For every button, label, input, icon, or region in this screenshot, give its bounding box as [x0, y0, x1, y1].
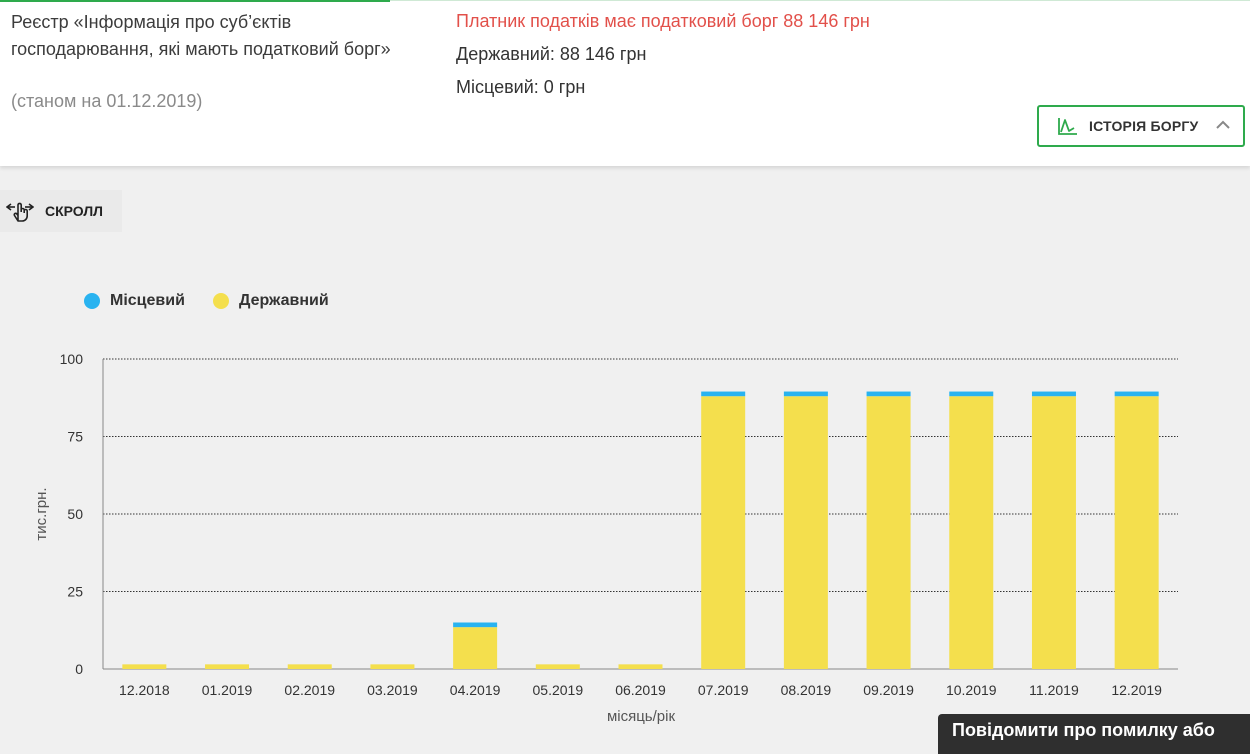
bar-state — [949, 396, 994, 669]
legend-state-label: Державний — [239, 292, 329, 309]
x-tick-label: 11.2019 — [1029, 682, 1079, 698]
debt-history-chart: 0 25 50 75 100 12.2018 01.2019 02.2019 03.2019 04… — [33, 351, 1178, 725]
bar-local — [783, 391, 828, 397]
x-tick-label: 08.2019 — [781, 682, 832, 698]
debt-status: Платник податків має податковий борг 88 … — [456, 11, 870, 31]
x-tick-label: 12.2018 — [119, 682, 170, 698]
legend-local-label: Місцевий — [110, 292, 185, 309]
bar-state — [618, 664, 663, 669]
x-tick-label: 05.2019 — [533, 682, 584, 698]
report-error-button[interactable]: Повідомити про помилку або — [938, 714, 1250, 754]
bar-state — [287, 664, 332, 669]
legend-local-dot — [84, 293, 100, 309]
bar-state — [1114, 396, 1159, 669]
bar-state — [370, 664, 415, 669]
debt-history-label: ІСТОРІЯ БОРГУ — [1089, 118, 1199, 134]
debt-history-button[interactable]: ІСТОРІЯ БОРГУ — [1037, 105, 1245, 147]
divider — [390, 0, 1250, 1]
x-tick-label: 07.2019 — [698, 682, 749, 698]
x-tick-label: 02.2019 — [284, 682, 335, 698]
scroll-button[interactable]: СКРОЛЛ — [0, 190, 122, 232]
bar-state — [701, 396, 746, 669]
registry-title: Реєстр «Інформація про суб’єктів господа… — [11, 12, 391, 59]
x-tick-label: 01.2019 — [202, 682, 253, 698]
x-tick-label: 12.2019 — [1111, 682, 1162, 698]
chevron-up-icon — [1216, 120, 1230, 129]
y-tick-label: 75 — [67, 429, 83, 445]
report-error-label: Повідомити про помилку або — [952, 720, 1215, 740]
scroll-label: СКРОЛЛ — [45, 203, 103, 219]
bar-local — [701, 391, 746, 397]
x-tick-label: 06.2019 — [615, 682, 666, 698]
bar-state — [783, 396, 828, 669]
bar-state — [866, 396, 911, 669]
legend-state-dot — [213, 293, 229, 309]
x-tick-label: 03.2019 — [367, 682, 418, 698]
x-tick-label: 04.2019 — [450, 682, 501, 698]
y-tick-label: 25 — [67, 584, 83, 600]
accent-line — [0, 0, 390, 2]
bar-local — [1114, 391, 1159, 397]
local-debt: Місцевий: 0 грн — [456, 77, 586, 97]
registry-date: (станом на 01.12.2019) — [11, 91, 203, 111]
y-axis-title: тис.грн. — [33, 487, 50, 540]
state-debt: Державний: 88 146 грн — [456, 44, 647, 64]
bar-state — [535, 664, 580, 669]
bar-state — [122, 664, 167, 669]
y-tick-label: 0 — [75, 661, 83, 677]
debt-info-card: Реєстр «Інформація про суб’єктів господа… — [0, 0, 1250, 166]
legend-local[interactable]: Місцевий — [84, 292, 194, 312]
swipe-hand-icon — [6, 202, 34, 222]
line-chart-icon — [1058, 118, 1077, 135]
y-tick-label: 100 — [60, 351, 84, 367]
bar-state — [453, 627, 498, 669]
bar-local — [1031, 391, 1076, 397]
y-tick-label: 50 — [67, 506, 83, 522]
legend-state[interactable]: Державний — [213, 292, 338, 312]
x-axis-title: місяць/рік — [607, 708, 676, 725]
x-tick-label: 10.2019 — [946, 682, 997, 698]
x-tick-label: 09.2019 — [863, 682, 914, 698]
bar-local — [866, 391, 911, 397]
bar-local — [453, 622, 498, 628]
bar-local — [949, 391, 994, 397]
bar-state — [205, 664, 250, 669]
bar-state — [1031, 396, 1076, 669]
